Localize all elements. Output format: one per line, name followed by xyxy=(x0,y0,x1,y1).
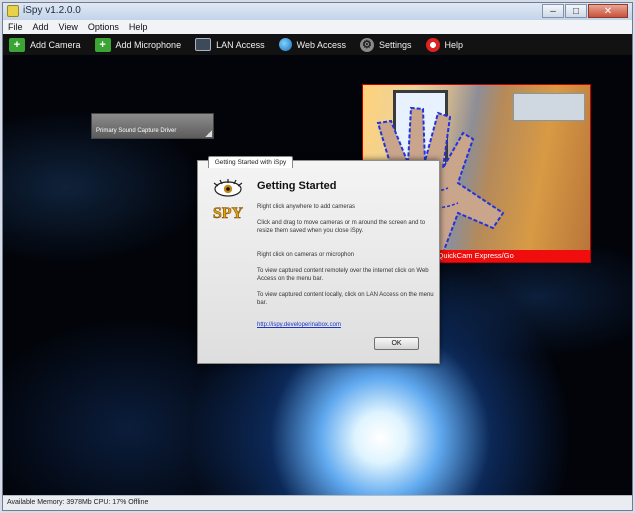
surveillance-canvas[interactable]: Primary Sound Capture Driver 11.48 FPS, … xyxy=(3,55,632,495)
window-controls: – □ ✕ xyxy=(542,4,628,18)
settings-button[interactable]: ⚙ Settings xyxy=(359,37,412,52)
ok-button[interactable]: OK xyxy=(374,337,419,350)
title-bar[interactable]: iSpy v1.2.0.0 – □ ✕ xyxy=(3,3,632,20)
website-link[interactable]: http://ispy.developerinabox.com xyxy=(257,322,341,328)
window-title: iSpy v1.2.0.0 xyxy=(23,5,81,16)
status-bar: Available Memory: 3978Mb CPU: 17% Offlin… xyxy=(3,495,632,510)
globe-icon xyxy=(278,38,292,51)
menu-help[interactable]: Help xyxy=(124,22,153,32)
add-microphone-icon: + xyxy=(94,37,111,52)
app-window: iSpy v1.2.0.0 – □ ✕ File Add View Option… xyxy=(2,2,633,511)
resize-handle[interactable] xyxy=(205,130,212,137)
dialog-paragraph-3: Right click on cameras or microphon xyxy=(257,252,355,258)
minimize-button[interactable]: – xyxy=(542,4,564,18)
menu-file[interactable]: File xyxy=(3,22,28,32)
camera-feed-sign xyxy=(513,93,585,121)
web-access-button[interactable]: Web Access xyxy=(278,38,346,51)
menu-view[interactable]: View xyxy=(54,22,83,32)
gear-icon: ⚙ xyxy=(359,37,374,52)
maximize-button[interactable]: □ xyxy=(565,4,587,18)
microphone-panel[interactable]: Primary Sound Capture Driver xyxy=(91,113,214,139)
help-label: Help xyxy=(444,39,464,50)
ispy-logo: SPY xyxy=(213,179,244,222)
add-camera-label: Add Camera xyxy=(30,39,81,50)
web-access-label: Web Access xyxy=(296,39,346,50)
dialog-paragraph-5: To view captured content locally, click … xyxy=(257,292,434,306)
app-icon xyxy=(7,5,19,17)
settings-label: Settings xyxy=(378,39,412,50)
dialog-paragraph-4: To view captured content remotely over t… xyxy=(257,268,429,282)
lifebuoy-icon xyxy=(425,37,440,52)
dialog-title-tab: Getting Started with iSpy xyxy=(208,156,293,168)
add-camera-button[interactable]: + Add Camera xyxy=(9,37,81,52)
logo-text: SPY xyxy=(213,205,244,222)
dialog-heading: Getting Started xyxy=(257,180,337,192)
menu-bar: File Add View Options Help xyxy=(3,20,632,35)
dialog-paragraph-2: Click and drag to move cameras or m arou… xyxy=(257,220,426,234)
add-camera-icon: + xyxy=(9,37,25,52)
toolbar: + Add Camera + Add Microphone LAN Access… xyxy=(3,34,632,55)
menu-add[interactable]: Add xyxy=(28,22,54,32)
help-button[interactable]: Help xyxy=(425,37,464,52)
add-microphone-label: Add Microphone xyxy=(115,39,182,50)
dialog-paragraph-1: Right click anywhere to add cameras xyxy=(257,204,356,210)
add-microphone-button[interactable]: + Add Microphone xyxy=(94,37,182,52)
close-button[interactable]: ✕ xyxy=(588,4,628,18)
menu-options[interactable]: Options xyxy=(83,22,124,32)
monitor-icon xyxy=(195,38,212,51)
lan-access-button[interactable]: LAN Access xyxy=(195,38,265,51)
lan-access-label: LAN Access xyxy=(216,39,265,50)
getting-started-dialog: SPY Getting Started Right click anywhere… xyxy=(197,160,440,364)
microphone-name: Primary Sound Capture Driver xyxy=(96,128,177,134)
